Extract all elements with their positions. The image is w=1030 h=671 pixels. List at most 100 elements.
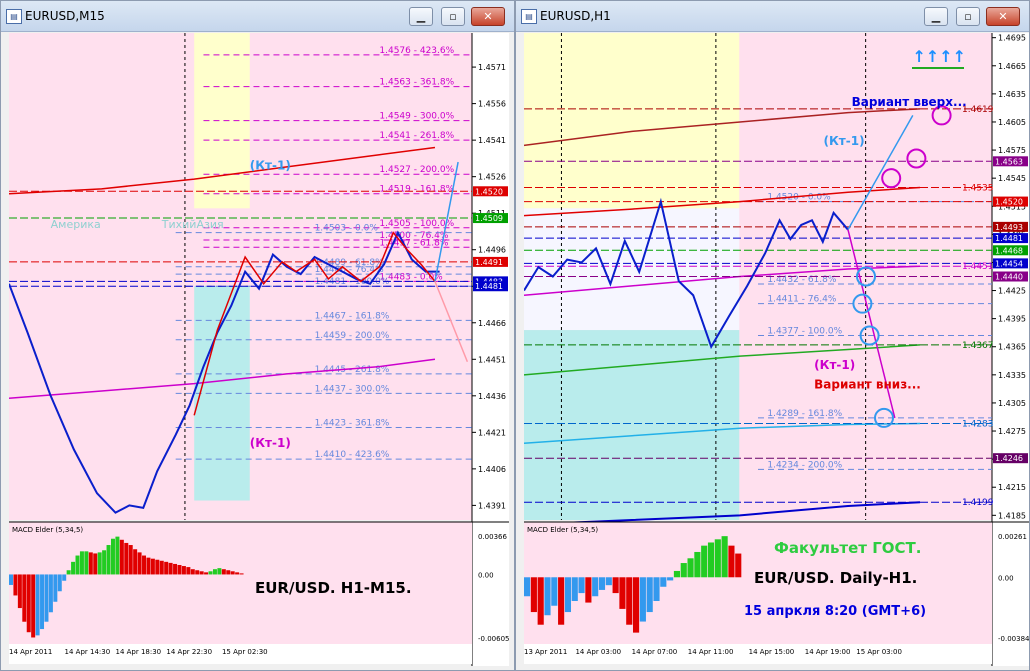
macd-bar bbox=[687, 558, 694, 578]
variant-up-label: Вариант вверх... bbox=[852, 95, 967, 109]
fibo-level-label: 1.4377 - 100.0% bbox=[767, 327, 842, 337]
macd-bar bbox=[571, 577, 578, 601]
macd-bar bbox=[17, 574, 22, 609]
price-tag-label: 1.4283 bbox=[962, 420, 994, 430]
price-tick-label: 1.4575 bbox=[998, 146, 1026, 155]
maximize-button[interactable]: ▫ bbox=[956, 7, 980, 26]
macd-bar bbox=[612, 577, 619, 594]
faculty-label: Факультет ГОСТ. bbox=[774, 539, 921, 557]
macd-bar bbox=[230, 571, 235, 575]
window-title: EURUSD,H1 bbox=[540, 9, 611, 23]
price-tick-label: 1.4526 bbox=[478, 173, 506, 182]
macd-bar bbox=[62, 574, 67, 581]
time-axis-label: 14 Apr 18:30 bbox=[115, 648, 161, 656]
price-tick-label: 1.4215 bbox=[998, 483, 1026, 492]
macd-bar bbox=[31, 574, 36, 638]
annotation-down-label: (Кт-1) bbox=[250, 436, 291, 450]
annotation-up-label: (Кт-1) bbox=[250, 158, 291, 172]
macd-bar bbox=[564, 577, 572, 613]
price-tick-label: 1.4425 bbox=[998, 287, 1026, 296]
price-tick-label: 1.4335 bbox=[998, 371, 1026, 380]
price-tag-label: 1.4509 bbox=[475, 214, 503, 223]
macd-bar bbox=[660, 577, 667, 587]
chart-caption: EUR/USD. H1-M15. bbox=[255, 579, 412, 597]
price-tag-label: 1.4520 bbox=[475, 187, 503, 196]
maximize-button[interactable]: ▫ bbox=[441, 7, 465, 26]
macd-bar bbox=[524, 577, 531, 597]
price-tick-label: 1.4421 bbox=[478, 428, 506, 437]
macd-bar bbox=[137, 552, 142, 575]
macd-bar bbox=[57, 574, 62, 592]
macd-tick-label: 0.00261 bbox=[998, 533, 1027, 541]
macd-bar bbox=[48, 574, 53, 613]
macd-bar bbox=[714, 539, 721, 578]
price-chart[interactable]: 1.45711.45561.45411.45261.45111.44961.44… bbox=[9, 33, 509, 666]
price-tag-label: 1.4440 bbox=[995, 273, 1023, 282]
macd-bar bbox=[694, 551, 701, 578]
macd-bar bbox=[592, 577, 599, 597]
macd-bar bbox=[44, 574, 49, 622]
macd-tick-label: 0.00366 bbox=[478, 533, 507, 541]
time-axis-label: 14 Apr 19:00 bbox=[805, 648, 851, 656]
macd-bar bbox=[551, 577, 558, 606]
macd-bar bbox=[102, 550, 107, 575]
macd-bar bbox=[124, 542, 129, 575]
price-tick-label: 1.4275 bbox=[998, 427, 1026, 436]
annotation-down-label: (Кт-1) bbox=[814, 358, 855, 372]
session-label: ТихийАзия bbox=[161, 218, 224, 231]
macd-bar bbox=[75, 555, 80, 575]
window-titlebar[interactable]: ▤ EURUSD,H1 ▁ ▫ ✕ bbox=[516, 1, 1029, 32]
time-axis-label: 15 Apr 02:30 bbox=[222, 648, 268, 656]
time-axis-label: 14 Apr 11:00 bbox=[688, 648, 734, 656]
macd-bar bbox=[585, 577, 592, 603]
fibo-level-label: 1.4437 - 300.0% bbox=[315, 384, 390, 394]
price-tick-label: 1.4556 bbox=[478, 100, 506, 109]
macd-bar bbox=[53, 574, 58, 602]
price-tick-label: 1.4571 bbox=[478, 63, 506, 72]
macd-bar bbox=[239, 573, 244, 575]
minimize-button[interactable]: ▁ bbox=[409, 7, 433, 26]
time-axis-label: 14 Apr 07:00 bbox=[632, 648, 678, 656]
macd-tick-label: -0.00605 bbox=[478, 635, 509, 643]
price-tag-label: 1.4468 bbox=[995, 246, 1023, 255]
price-tick-label: 1.4635 bbox=[998, 90, 1026, 99]
price-chart[interactable]: 1.4695 1.4665 1.4635 1.4605 1.4575 1.4545 1.45… bbox=[524, 33, 1029, 666]
price-tick-label: 1.4665 bbox=[998, 62, 1026, 71]
time-axis-label: 14 Apr 15:00 bbox=[749, 648, 795, 656]
projection-zone-yellow bbox=[194, 33, 250, 209]
macd-bar bbox=[653, 577, 660, 601]
time-axis-label: 13 Apr 2011 bbox=[524, 648, 567, 656]
macd-bar bbox=[88, 552, 93, 575]
price-tag-label: 1.4481 bbox=[995, 234, 1023, 243]
macd-bar bbox=[235, 572, 240, 575]
chart-window-m15[interactable]: ▤ EURUSD,M15 ▁ ▫ ✕ 1.4571 1.4556 1.4541 1.4… bbox=[0, 0, 515, 671]
zone-yellow bbox=[524, 33, 740, 209]
macd-bar bbox=[159, 560, 164, 575]
macd-bar bbox=[150, 558, 155, 575]
time-axis-label: 14 Apr 03:00 bbox=[575, 648, 621, 656]
window-titlebar[interactable]: ▤ EURUSD,M15 ▁ ▫ ✕ bbox=[1, 1, 514, 32]
time-axis-label: 14 Apr 22:30 bbox=[166, 648, 212, 656]
annotation-up-label: (Кт-1) bbox=[824, 134, 865, 148]
price-tag-label: 1.4199 bbox=[962, 498, 994, 508]
time-axis-label: 15 Apr 03:00 bbox=[856, 648, 902, 656]
price-tag-label: 1.4454 bbox=[995, 259, 1023, 268]
macd-bar bbox=[707, 542, 715, 578]
macd-label: MACD Elder (5,34,5) bbox=[12, 526, 83, 534]
price-tick-label: 1.4496 bbox=[478, 246, 506, 255]
price-tag-label: 1.4520 bbox=[995, 198, 1023, 207]
macd-bar bbox=[93, 553, 98, 575]
up-arrows-icon: ↑↑↑↑ bbox=[912, 47, 966, 66]
price-tick-label: 1.4395 bbox=[998, 315, 1026, 324]
chart-caption: EUR/USD. Daily-H1. bbox=[754, 569, 917, 587]
close-button[interactable]: ✕ bbox=[986, 7, 1020, 26]
minimize-button[interactable]: ▁ bbox=[924, 7, 948, 26]
chart-window-h1[interactable]: ▤ EURUSD,H1 ▁ ▫ ✕ 1.4695 1.4665 1.4635 1.46… bbox=[515, 0, 1030, 671]
macd-bar bbox=[128, 545, 133, 575]
macd-bar bbox=[578, 577, 585, 594]
macd-bar bbox=[598, 577, 606, 590]
macd-bar bbox=[195, 570, 200, 575]
fibo-level-label: 1.4541 - 261.8% bbox=[379, 131, 454, 141]
close-button[interactable]: ✕ bbox=[471, 7, 505, 26]
fibo-level-label: 1.4527 - 200.0% bbox=[379, 165, 454, 175]
